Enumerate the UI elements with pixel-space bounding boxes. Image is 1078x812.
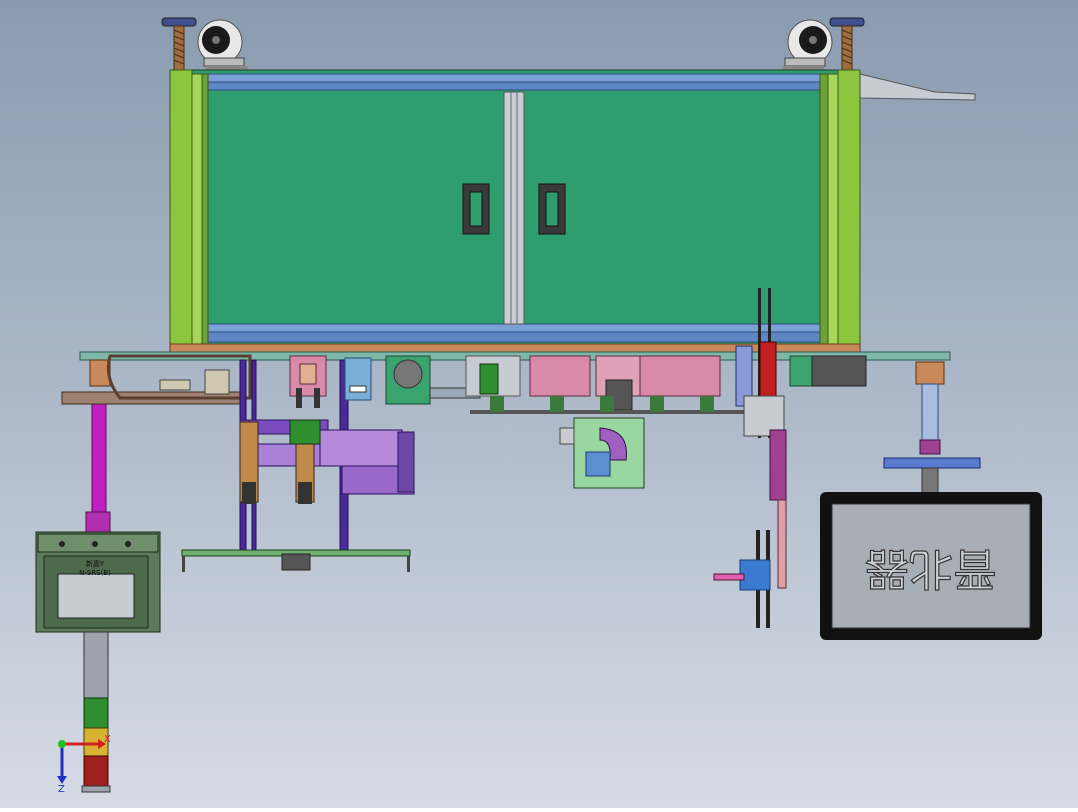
gripper-assembly [559,417,645,489]
left-caster-wheel-icon [197,19,248,70]
controller-panel: 新嘉Y N-SRS(B) [35,531,161,633]
right-support-column [883,361,981,495]
right-caster-wheel-icon [782,19,833,70]
left-door-handle-icon [462,183,490,235]
axis-z-label: Z [58,784,65,795]
stack-light [81,631,111,793]
signage-text: 晋北器 [865,543,997,594]
cad-viewport[interactable]: 晋北器 新嘉Y N-SRS(B) X Z [0,0,1078,808]
hmi-monitor: 晋北器 [820,492,1042,640]
center-module-row [465,355,750,414]
left-leveling-foot-icon [161,17,197,71]
bottom-tray [181,549,411,572]
right-door-handle-icon [538,183,566,235]
axis-x-label: X [104,734,111,745]
top-right-bracket [859,73,976,101]
left-support-column [85,359,111,533]
cabinet-frame [169,69,861,355]
linear-actuator-purple [239,419,415,504]
right-leveling-foot-icon [829,17,865,71]
controller-label-1: 新嘉Y [86,559,105,568]
machine-assembly-drawing: 晋北器 新嘉Y N-SRS(B) X Z [35,17,1042,795]
controller-label-2: N-SRS(B) [79,569,111,577]
